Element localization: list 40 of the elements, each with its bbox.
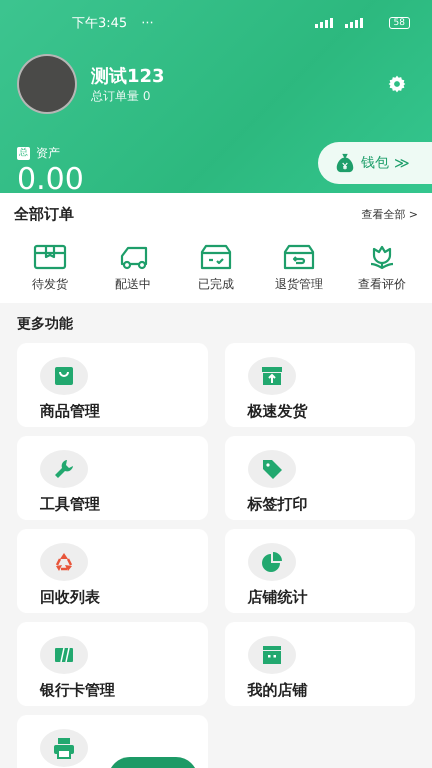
order-status-item[interactable]: 待发货 xyxy=(14,244,86,293)
asset-label: 资产 xyxy=(36,145,60,162)
box-icon xyxy=(33,244,67,270)
feature-card[interactable]: 标签打印 xyxy=(224,436,415,520)
feature-label: 标签打印 xyxy=(248,495,308,514)
asset-badge: 总 xyxy=(17,147,30,160)
feature-card[interactable]: 我的店铺 xyxy=(224,622,415,706)
user-name: 测试123 xyxy=(91,64,166,88)
order-status-item[interactable]: 配送中 xyxy=(97,244,169,293)
bag-icon xyxy=(52,364,76,388)
box-icon xyxy=(282,244,316,270)
settings-icon[interactable] xyxy=(387,74,407,94)
section-title: 全部订单 xyxy=(14,205,74,224)
order-total: 总订单量 0 xyxy=(91,88,152,104)
feature-label: 工具管理 xyxy=(40,495,101,514)
order-status-item[interactable]: 退货管理 xyxy=(263,244,335,293)
feature-label: 银行卡管理 xyxy=(40,681,116,700)
feature-label: 店铺统计 xyxy=(248,588,308,607)
feature-label: 商品管理 xyxy=(40,402,101,421)
feature-card[interactable]: 工具管理 xyxy=(17,436,208,520)
feature-label: 我的店铺 xyxy=(248,681,308,700)
feature-card[interactable]: 回收列表 xyxy=(17,529,208,613)
pie-icon xyxy=(260,550,284,574)
status-more: ··· xyxy=(141,16,154,30)
feature-card[interactable]: 商品管理 xyxy=(17,343,208,427)
view-all-link[interactable]: 查看全部 > xyxy=(361,207,418,222)
status-time: 下午3:45 xyxy=(72,15,128,32)
feature-card[interactable]: 店铺统计 xyxy=(224,529,415,613)
battery-level: 58 xyxy=(388,17,410,29)
asset-value: 0.00 xyxy=(17,162,84,193)
feature-label: 极速发货 xyxy=(248,402,308,421)
feature-label: 回收列表 xyxy=(40,588,101,607)
feature-card[interactable]: 极速发货 xyxy=(224,343,415,427)
feature-card[interactable]: 银行卡管理 xyxy=(17,622,208,706)
order-status-item[interactable]: 查看评价 xyxy=(346,244,418,293)
box-icon xyxy=(199,244,233,270)
section-title: 更多功能 xyxy=(17,315,74,333)
printer-icon xyxy=(52,736,76,760)
order-status-item[interactable]: 已完成 xyxy=(180,244,252,293)
money-bag-icon xyxy=(334,152,356,174)
